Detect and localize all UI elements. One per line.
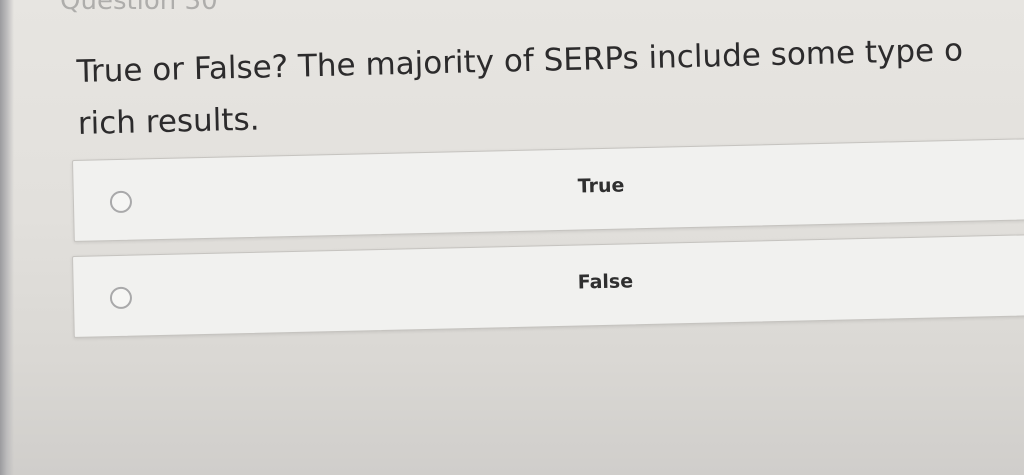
answer-option-false[interactable]: False xyxy=(72,233,1024,338)
radio-button-false[interactable] xyxy=(109,286,133,310)
question-text: True or False? The majority of SERPs inc… xyxy=(76,32,964,142)
answer-label-false: False xyxy=(577,270,634,294)
answer-option-true[interactable]: True xyxy=(72,137,1024,242)
answer-label-true: True xyxy=(577,174,625,198)
question-header: Question 30 xyxy=(60,0,218,16)
radio-button-true[interactable] xyxy=(109,190,133,214)
screen-edge-shadow xyxy=(0,0,14,475)
